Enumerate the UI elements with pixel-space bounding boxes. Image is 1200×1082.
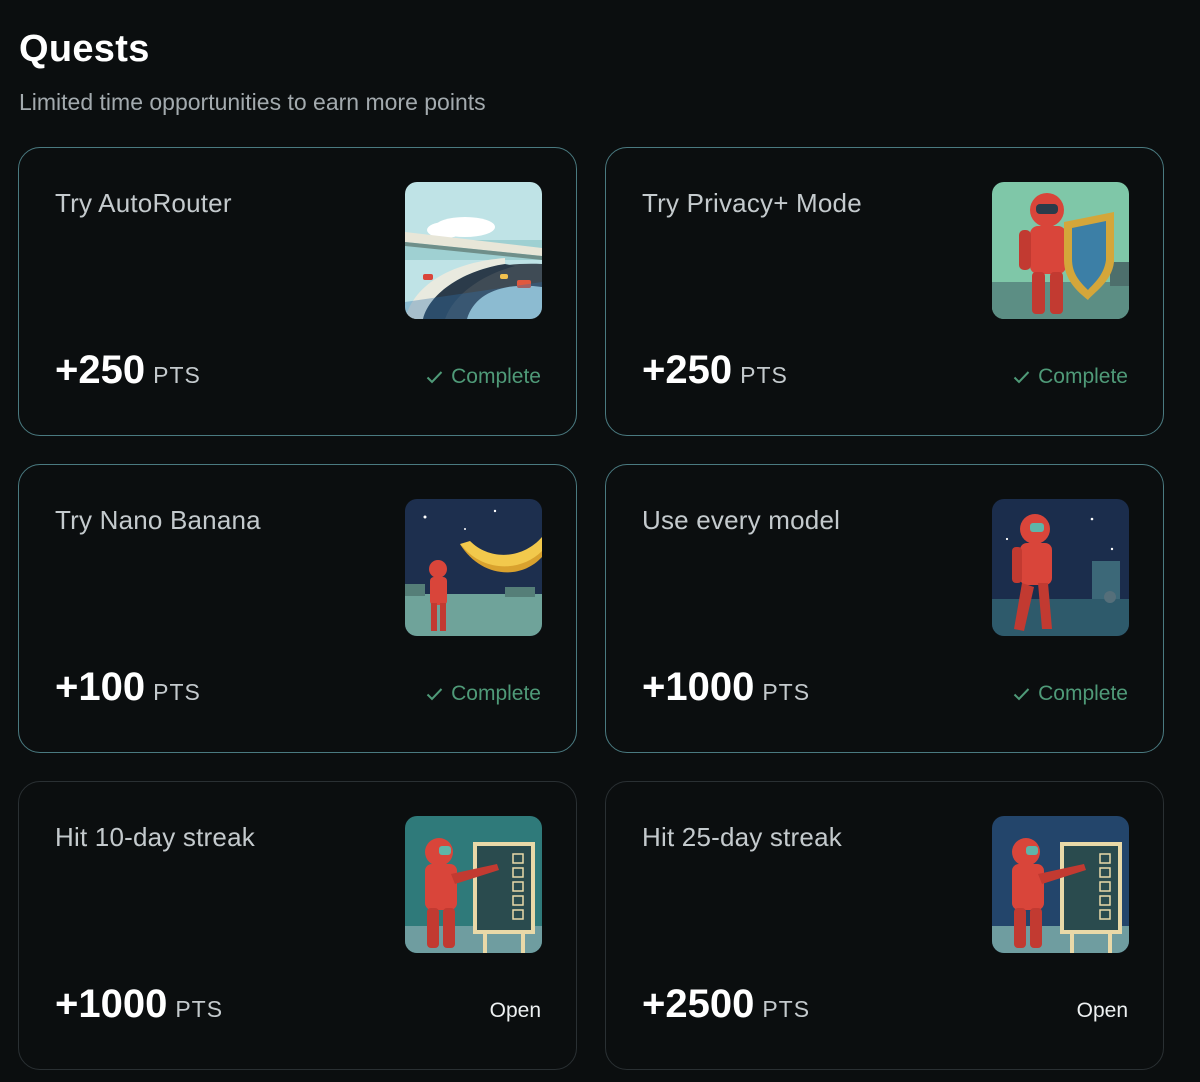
astronaut-shield-illustration bbox=[992, 182, 1129, 319]
quest-points: +1000 PTS bbox=[55, 982, 223, 1027]
quest-title: Use every model bbox=[642, 505, 841, 535]
status-badge: Open bbox=[490, 999, 541, 1023]
quest-card-25-day-streak[interactable]: Hit 25-day streak +2500 PTS Open bbox=[605, 781, 1164, 1070]
quest-grid: Try AutoRouter +250 PTS Complete Try Pri… bbox=[18, 147, 1164, 1070]
astronaut-walking-illustration bbox=[992, 499, 1129, 636]
astronaut-banana-illustration bbox=[405, 499, 542, 636]
status-label: Complete bbox=[1038, 682, 1128, 705]
quest-card-privacy-mode[interactable]: Try Privacy+ Mode +250 PTS Complete bbox=[605, 147, 1164, 436]
points-unit: PTS bbox=[175, 996, 224, 1022]
status-badge: Open bbox=[1077, 999, 1128, 1023]
quest-points: +100 PTS bbox=[55, 665, 201, 710]
points-unit: PTS bbox=[153, 679, 201, 705]
status-badge: Complete bbox=[426, 365, 541, 389]
quest-points: +2500 PTS bbox=[642, 982, 810, 1027]
quest-points: +1000 PTS bbox=[642, 665, 810, 710]
quest-title: Try AutoRouter bbox=[55, 188, 232, 218]
points-value: +1000 bbox=[55, 982, 168, 1026]
points-unit: PTS bbox=[762, 996, 811, 1022]
page-subtitle: Limited time opportunities to earn more … bbox=[19, 89, 486, 115]
points-unit: PTS bbox=[153, 362, 201, 388]
astronaut-checklist-illustration bbox=[992, 816, 1129, 953]
page-title: Quests bbox=[19, 28, 150, 70]
quest-title: Try Nano Banana bbox=[55, 505, 261, 535]
check-icon bbox=[1013, 687, 1030, 701]
status-label: Open bbox=[489, 999, 541, 1022]
status-label: Complete bbox=[451, 682, 541, 705]
points-unit: PTS bbox=[740, 362, 788, 388]
quest-title: Try Privacy+ Mode bbox=[642, 188, 862, 218]
quest-card-every-model[interactable]: Use every model +1000 PTS Complete bbox=[605, 464, 1164, 753]
quest-points: +250 PTS bbox=[642, 348, 788, 393]
highway-illustration bbox=[405, 182, 542, 319]
quest-points: +250 PTS bbox=[55, 348, 201, 393]
status-label: Complete bbox=[1038, 365, 1128, 388]
quest-card-autorouter[interactable]: Try AutoRouter +250 PTS Complete bbox=[18, 147, 577, 436]
points-value: +100 bbox=[55, 665, 146, 709]
check-icon bbox=[1013, 370, 1030, 384]
status-label: Open bbox=[1076, 999, 1128, 1022]
points-unit: PTS bbox=[762, 679, 811, 705]
status-label: Complete bbox=[451, 365, 541, 388]
status-badge: Complete bbox=[426, 682, 541, 706]
points-value: +250 bbox=[642, 348, 733, 392]
status-badge: Complete bbox=[1013, 682, 1128, 706]
points-value: +1000 bbox=[642, 665, 755, 709]
quest-card-10-day-streak[interactable]: Hit 10-day streak +1000 PTS Open bbox=[18, 781, 577, 1070]
status-badge: Complete bbox=[1013, 365, 1128, 389]
check-icon bbox=[426, 370, 443, 384]
points-value: +250 bbox=[55, 348, 146, 392]
astronaut-checklist-illustration bbox=[405, 816, 542, 953]
quest-title: Hit 25-day streak bbox=[642, 822, 842, 852]
quest-card-nano-banana[interactable]: Try Nano Banana +100 PTS Complete bbox=[18, 464, 577, 753]
points-value: +2500 bbox=[642, 982, 755, 1026]
quests-page: Quests Limited time opportunities to ear… bbox=[0, 0, 1200, 1082]
check-icon bbox=[426, 687, 443, 701]
quest-title: Hit 10-day streak bbox=[55, 822, 255, 852]
